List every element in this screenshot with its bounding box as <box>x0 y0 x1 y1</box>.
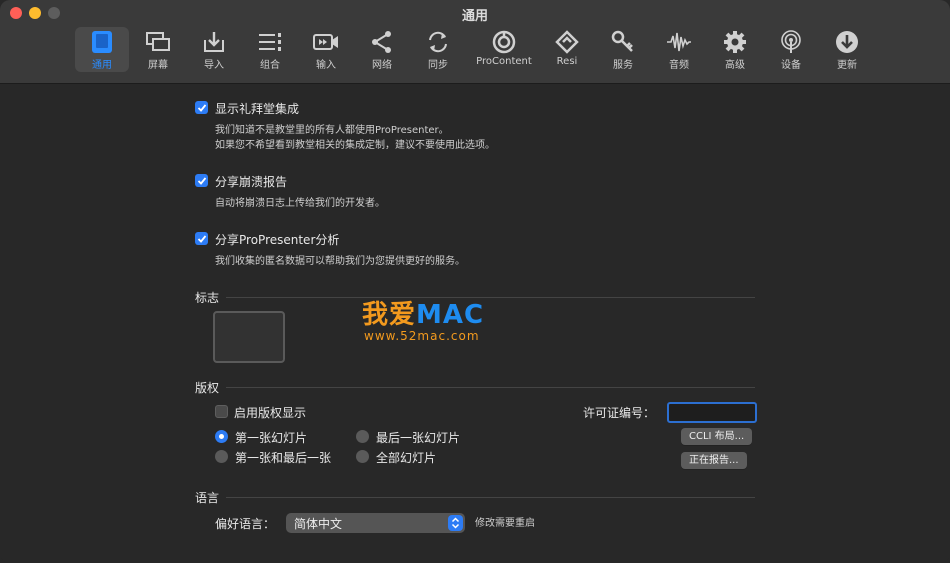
resi-icon <box>554 30 580 54</box>
preferences-window: 通用 通用 屏幕 导入 组合 输入 网络 同步 ProContent Resi … <box>0 0 950 563</box>
audio-icon <box>666 30 692 54</box>
tab-services[interactable]: 服务 <box>596 27 650 72</box>
tab-groups[interactable]: 组合 <box>243 27 297 72</box>
share-analytics-checkbox[interactable] <box>195 232 208 245</box>
groups-icon <box>257 30 283 54</box>
tab-screens[interactable]: 屏幕 <box>131 27 185 72</box>
checkmark-icon <box>197 234 206 243</box>
checkmark-icon <box>197 176 206 185</box>
tab-network[interactable]: 网络 <box>355 27 409 72</box>
radio-first-slide-label: 第一张幻灯片 <box>235 431 308 445</box>
services-icon <box>610 30 636 54</box>
procontent-icon <box>491 30 517 54</box>
enable-copyright-checkbox[interactable] <box>215 405 228 418</box>
network-icon <box>369 30 395 54</box>
tab-import[interactable]: 导入 <box>187 27 241 72</box>
preferred-language-label: 偏好语言： <box>215 517 276 531</box>
tab-general[interactable]: 通用 <box>75 27 129 72</box>
show-chapel-desc-1: 我们知道不是教堂里的所有人都使用ProPresenter。 <box>215 125 449 136</box>
import-icon <box>201 30 227 54</box>
reporting-button[interactable]: 正在报告... <box>681 452 747 469</box>
logo-image-well[interactable] <box>213 311 285 363</box>
share-crash-checkbox[interactable] <box>195 174 208 187</box>
general-pane: 显示礼拜堂集成 我们知道不是教堂里的所有人都使用ProPresenter。 如果… <box>0 84 950 563</box>
tab-devices[interactable]: 设备 <box>764 27 818 72</box>
radio-all-slides-label: 全部幻灯片 <box>376 451 437 465</box>
radio-last-slide-label: 最后一张幻灯片 <box>376 431 461 445</box>
share-analytics-label: 分享ProPresenter分析 <box>215 233 340 247</box>
language-select[interactable]: 简体中文 <box>286 513 465 533</box>
tab-sync[interactable]: 同步 <box>411 27 465 72</box>
language-divider <box>226 497 755 498</box>
updates-icon <box>834 30 860 54</box>
title-bar: 通用 通用 屏幕 导入 组合 输入 网络 同步 ProContent Resi … <box>0 0 950 84</box>
advanced-gear-icon <box>722 30 748 54</box>
enable-copyright-label: 启用版权显示 <box>234 406 307 420</box>
share-analytics-desc: 我们收集的匿名数据可以帮助我们为您提供更好的服务。 <box>215 256 465 267</box>
window-title: 通用 <box>461 9 488 24</box>
watermark: 我爱MAC www.52mac.com <box>362 300 485 343</box>
radio-all-slides[interactable] <box>356 450 369 463</box>
radio-first-and-last-label: 第一张和最后一张 <box>235 451 332 465</box>
license-number-label: 许可证编号： <box>583 406 656 420</box>
general-icon <box>89 30 115 54</box>
copyright-section-title: 版权 <box>195 381 220 395</box>
tab-resi[interactable]: Resi <box>540 27 594 72</box>
share-crash-label: 分享崩溃报告 <box>215 175 288 189</box>
chevron-updown-icon <box>448 515 463 531</box>
logo-divider <box>226 297 755 298</box>
logo-section-title: 标志 <box>195 291 220 305</box>
copyright-divider <box>226 387 755 388</box>
show-chapel-desc-2: 如果您不希望看到教堂相关的集成定制，建议不要使用此选项。 <box>215 140 495 151</box>
tab-updates[interactable]: 更新 <box>820 27 874 72</box>
radio-last-slide[interactable] <box>356 430 369 443</box>
tab-audio[interactable]: 音频 <box>652 27 706 72</box>
share-crash-desc: 自动将崩溃日志上传给我们的开发者。 <box>215 198 385 209</box>
tab-inputs[interactable]: 输入 <box>299 27 353 72</box>
language-section-title: 语言 <box>195 491 220 505</box>
sync-icon <box>425 30 451 54</box>
inputs-icon <box>313 30 339 54</box>
checkmark-icon <box>197 103 206 112</box>
ccli-layout-button[interactable]: CCLI 布局... <box>681 428 753 445</box>
screens-icon <box>145 30 171 54</box>
tab-advanced[interactable]: 高级 <box>708 27 762 72</box>
devices-icon <box>778 30 804 54</box>
show-chapel-label: 显示礼拜堂集成 <box>215 102 300 116</box>
license-number-input[interactable] <box>667 402 757 423</box>
radio-first-slide[interactable] <box>215 430 228 443</box>
radio-first-and-last[interactable] <box>215 450 228 463</box>
show-chapel-checkbox[interactable] <box>195 101 208 114</box>
restart-note: 修改需要重启 <box>475 518 535 529</box>
tab-procontent[interactable]: ProContent <box>472 27 536 72</box>
